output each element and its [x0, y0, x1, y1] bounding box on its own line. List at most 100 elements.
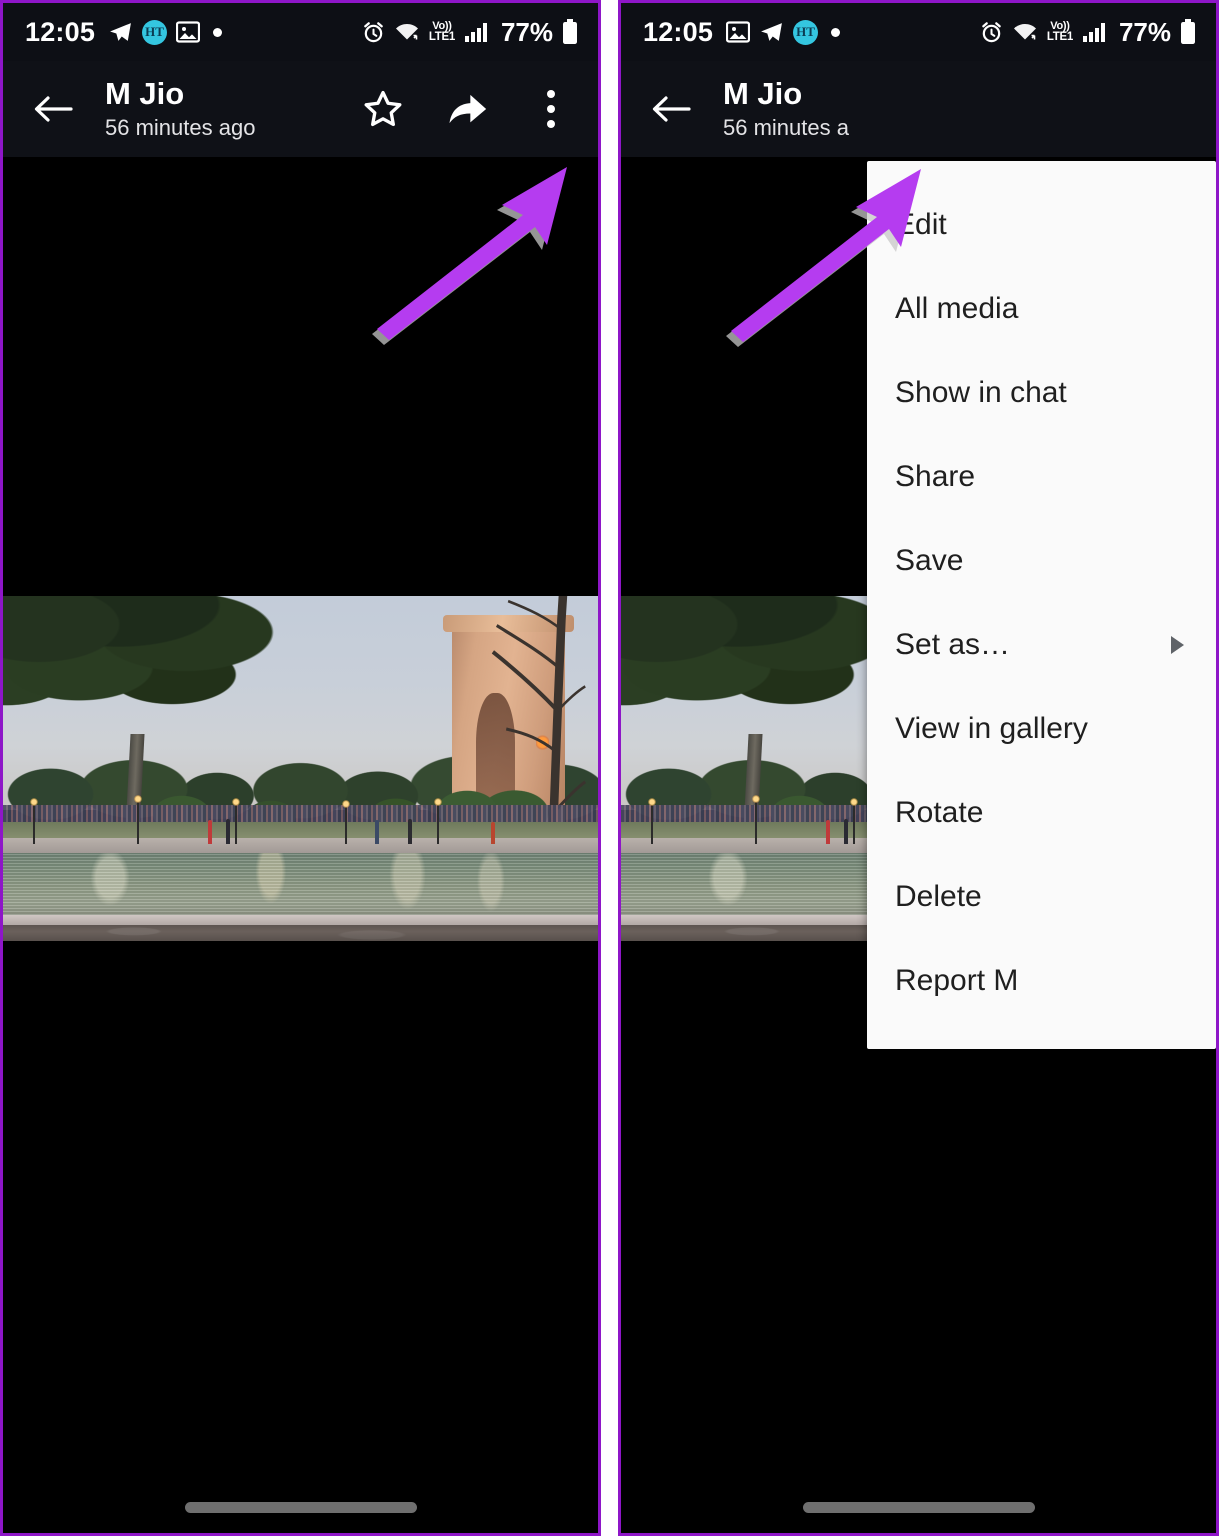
volte-bottom: LTE1 — [428, 30, 455, 43]
battery-icon — [1180, 19, 1196, 45]
dot-icon — [831, 27, 841, 37]
photo-viewer-right: Edit All media Show in chat Share Save S… — [621, 157, 1216, 1533]
volte-icon: Vo)) LTE1 — [428, 20, 455, 44]
menu-item-label: Show in chat — [895, 376, 1067, 409]
wifi-icon — [1012, 21, 1038, 43]
menu-item-label: All media — [895, 292, 1019, 325]
photo-crowd — [3, 804, 598, 824]
menu-item-report[interactable]: Report M — [867, 939, 1216, 1023]
status-bar-right-icons: Vo)) LTE1 77% — [980, 19, 1196, 45]
status-time: 12:05 — [25, 16, 96, 47]
photo-person — [826, 820, 831, 845]
photo-person — [844, 818, 849, 845]
app-bar-left: M Jio 56 minutes ago — [3, 61, 598, 157]
menu-item-view-in-gallery[interactable]: View in gallery — [867, 687, 1216, 771]
photo-kerb — [3, 915, 598, 926]
menu-item-label: Save — [895, 544, 964, 577]
signal-icon — [1082, 21, 1108, 43]
photo-foreground-canopy — [3, 596, 313, 776]
photo-lamp-post — [647, 797, 656, 845]
phone-screen-left: 12:05 HT Vo)) LTE1 77% M Jio 56 minutes … — [0, 0, 601, 1536]
dot-icon — [213, 27, 223, 37]
status-bar-left-icons: 12:05 HT — [643, 16, 841, 47]
ht-badge-icon: HT — [793, 19, 819, 45]
status-bar-left: 12:05 HT Vo)) LTE1 77% — [3, 3, 598, 61]
ht-badge-icon: HT — [142, 19, 168, 45]
alarm-icon — [980, 21, 1003, 44]
menu-item-set-as[interactable]: Set as… — [867, 603, 1216, 687]
image-icon — [726, 21, 751, 43]
menu-item-rotate[interactable]: Rotate — [867, 771, 1216, 855]
overflow-dots — [547, 90, 555, 128]
page-subtitle: 56 minutes ago — [105, 114, 256, 140]
photo-lamp-post — [232, 797, 241, 845]
telegram-icon — [108, 20, 133, 45]
image-icon — [176, 21, 201, 43]
app-bar-titles: M Jio 56 minutes ago — [105, 77, 360, 141]
menu-item-label: Report M — [895, 964, 1019, 997]
nav-bar-left — [3, 1481, 598, 1533]
annotation-arrow — [372, 167, 567, 345]
chevron-right-icon — [1171, 636, 1184, 654]
menu-item-label: Delete — [895, 880, 982, 913]
home-indicator[interactable] — [802, 1501, 1035, 1513]
photo-lamp-post — [751, 794, 760, 845]
screenshot-pair: 12:05 HT Vo)) LTE1 77% M Jio 56 minutes … — [0, 0, 1219, 1536]
status-bar-right-icons: Vo)) LTE1 77% — [362, 19, 578, 45]
menu-item-label: Share — [895, 460, 976, 493]
status-bar-left-icons: 12:05 HT — [25, 16, 223, 47]
alarm-icon — [362, 21, 385, 44]
app-bar-right: M Jio 56 minutes a — [621, 61, 1216, 157]
photo-person — [490, 821, 495, 845]
page-subtitle: 56 minutes a — [723, 114, 849, 140]
back-button[interactable] — [27, 83, 79, 135]
telegram-icon — [759, 20, 784, 45]
home-indicator[interactable] — [184, 1501, 417, 1513]
photo-person — [374, 820, 379, 845]
photo-water — [3, 853, 598, 916]
page-title: M Jio — [723, 76, 803, 111]
menu-item-label: Edit — [895, 208, 947, 241]
photo-sand-foreground — [3, 925, 598, 941]
signal-icon — [464, 21, 490, 43]
status-time: 12:05 — [643, 16, 714, 47]
battery-percent: 77% — [500, 17, 553, 47]
photo-lamp-post — [342, 799, 351, 845]
volte-bottom: LTE1 — [1046, 30, 1073, 43]
photo-lamp-post — [434, 797, 443, 845]
nav-bar-right — [621, 1481, 1216, 1533]
phone-screen-right: 12:05 HT Vo)) LTE1 77% M Jio 56 minutes … — [618, 0, 1219, 1536]
battery-percent: 77% — [1118, 17, 1171, 47]
photo-viewer-left — [3, 157, 598, 1533]
photo-water-reflections — [3, 853, 598, 916]
menu-item-show-in-chat[interactable]: Show in chat — [867, 351, 1216, 435]
overflow-menu: Edit All media Show in chat Share Save S… — [867, 161, 1216, 1049]
menu-item-label: Rotate — [895, 796, 984, 829]
photo-person — [407, 818, 412, 845]
forward-icon[interactable] — [444, 83, 490, 135]
india-gate-photo — [3, 596, 598, 941]
photo-person — [208, 820, 213, 845]
star-icon[interactable] — [360, 83, 406, 135]
back-button[interactable] — [645, 83, 697, 135]
volte-icon: Vo)) LTE1 — [1046, 20, 1073, 44]
menu-item-save[interactable]: Save — [867, 519, 1216, 603]
photo-container[interactable] — [3, 596, 598, 941]
page-title: M Jio — [105, 76, 185, 111]
menu-item-share[interactable]: Share — [867, 435, 1216, 519]
menu-item-label: Set as… — [895, 628, 1011, 661]
app-bar-titles: M Jio 56 minutes a — [723, 77, 1198, 141]
overflow-menu-icon[interactable] — [528, 83, 574, 135]
photo-lamp-post — [850, 797, 859, 845]
wifi-icon — [394, 21, 420, 43]
battery-icon — [562, 19, 578, 45]
photo-lamp-post — [29, 797, 38, 845]
menu-item-all-media[interactable]: All media — [867, 267, 1216, 351]
menu-item-delete[interactable]: Delete — [867, 855, 1216, 939]
menu-item-edit[interactable]: Edit — [867, 183, 1216, 267]
status-bar-right: 12:05 HT Vo)) LTE1 77% — [621, 3, 1216, 61]
menu-item-label: View in gallery — [895, 712, 1088, 745]
photo-lamp-post — [133, 794, 142, 845]
app-bar-actions — [360, 83, 580, 135]
photo-person — [226, 818, 231, 845]
